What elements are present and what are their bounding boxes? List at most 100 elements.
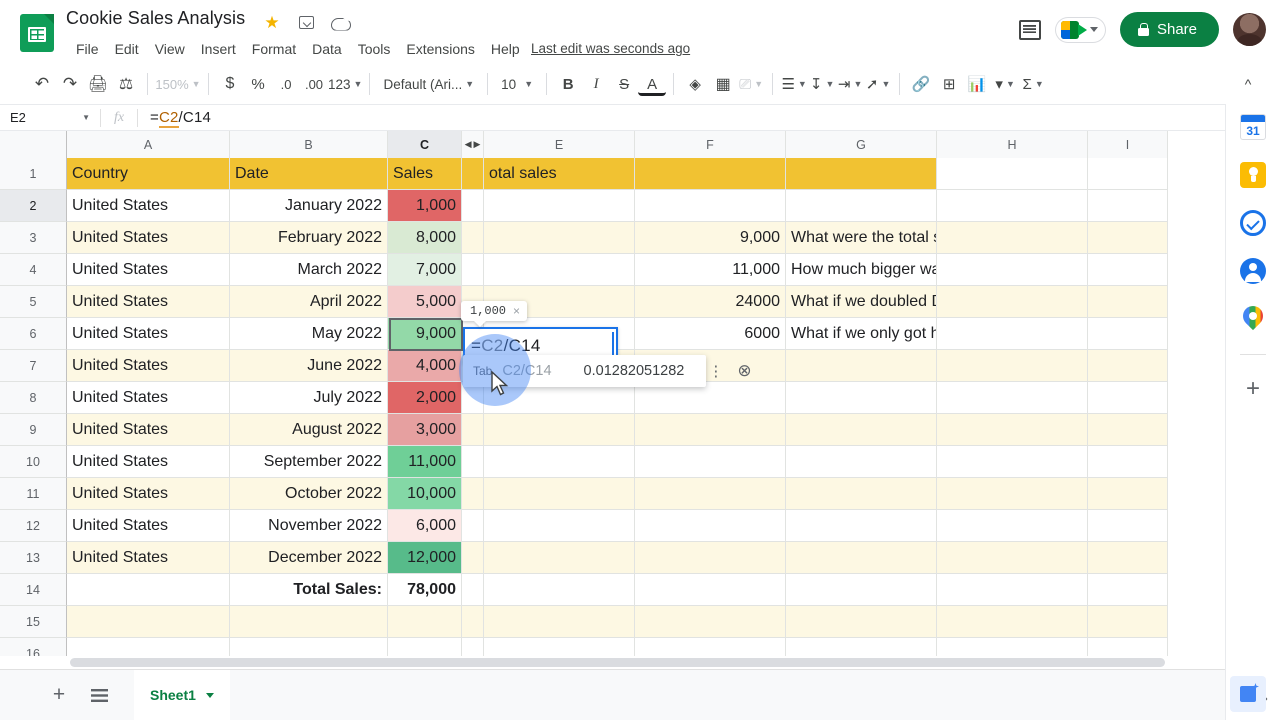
cell-b9[interactable]: August 2022 [230,414,388,446]
row-header-15[interactable]: 15 [0,606,67,638]
cell-b8[interactable]: July 2022 [230,382,388,414]
cell-c2[interactable]: 1,000 [388,190,462,222]
row-header-11[interactable]: 11 [0,478,67,510]
column-header-b[interactable]: B [230,131,388,158]
row-header-14[interactable]: 14 [0,574,67,606]
row-header-7[interactable]: 7 [0,350,67,382]
cell-e4[interactable] [484,254,635,286]
cell-b13[interactable]: December 2022 [230,542,388,574]
cell-g9[interactable] [786,414,937,446]
menu-edit[interactable]: Edit [107,38,147,60]
cell-e9[interactable] [484,414,635,446]
cell-g15[interactable] [786,606,937,638]
cell-a1[interactable]: Country [67,158,230,190]
cell-g3[interactable]: What were the total sales in Jan and Feb… [786,222,937,254]
drive-sync-cloud-icon[interactable] [330,12,350,32]
horizontal-align-icon[interactable]: ☰ ▼ [780,70,808,98]
functions-icon[interactable]: Σ ▼ [1019,70,1047,98]
expand-left-icon[interactable]: ◀ [464,139,473,150]
cell-e2[interactable] [484,190,635,222]
cell-h4[interactable] [937,254,1088,286]
hidden-column-indicator[interactable]: ◀ ▶ [462,131,484,158]
row-header-9[interactable]: 9 [0,414,67,446]
cell-h8[interactable] [937,382,1088,414]
font-size-selector[interactable]: 10 ▼ [495,70,539,98]
row-header-1[interactable]: 1 [0,158,67,190]
cell-h5[interactable] [937,286,1088,318]
cell-b1[interactable]: Date [230,158,388,190]
cell-a5[interactable]: United States [67,286,230,318]
explore-button[interactable] [1230,676,1266,712]
cell-i11[interactable] [1088,478,1168,510]
cell-a12[interactable]: United States [67,510,230,542]
cell-i9[interactable] [1088,414,1168,446]
cell-h11[interactable] [937,478,1088,510]
cell-b12[interactable]: November 2022 [230,510,388,542]
cell-f13[interactable] [635,542,786,574]
increase-decimal-button[interactable]: .00 [300,70,328,98]
cell-b11[interactable]: October 2022 [230,478,388,510]
cell-c13[interactable]: 12,000 [388,542,462,574]
menu-format[interactable]: Format [244,38,304,60]
menu-file[interactable]: File [68,38,107,60]
document-title[interactable]: Cookie Sales Analysis [66,8,245,29]
insert-comment-icon[interactable]: ⊞ [935,70,963,98]
cell-c1[interactable]: Sales [388,158,462,190]
borders-icon[interactable]: ▦ [709,70,737,98]
cell-g6[interactable]: What if we only got half of Dec sales? [786,318,937,350]
cell-g1[interactable] [786,158,937,190]
cell-g5[interactable]: What if we doubled Dec sales? [786,286,937,318]
cell-a6[interactable]: United States [67,318,230,350]
cell-h7[interactable] [937,350,1088,382]
menu-extensions[interactable]: Extensions [398,38,482,60]
column-header-i[interactable]: I [1088,131,1168,158]
cell-h10[interactable] [937,446,1088,478]
cell-a11[interactable]: United States [67,478,230,510]
cell-f1[interactable] [635,158,786,190]
cell-i10[interactable] [1088,446,1168,478]
strikethrough-button[interactable]: S [610,70,638,98]
zoom-selector[interactable]: 150% ▼ [155,70,201,98]
cell-c15[interactable] [388,606,462,638]
insert-chart-icon[interactable]: 📊 [963,70,991,98]
cell-i13[interactable] [1088,542,1168,574]
cell-e15[interactable] [484,606,635,638]
cell-a7[interactable]: United States [67,350,230,382]
cell-f6[interactable]: 6000 [635,318,786,350]
cell-f5[interactable]: 24000 [635,286,786,318]
cell-a4[interactable]: United States [67,254,230,286]
cell-a8[interactable]: United States [67,382,230,414]
cell-c5[interactable]: 5,000 [388,286,462,318]
cell-h14[interactable] [937,574,1088,606]
tasks-icon[interactable] [1240,210,1266,236]
filter-icon[interactable]: ▾ ▼ [991,70,1019,98]
column-header-e[interactable]: E [484,131,635,158]
cell-i1[interactable] [1088,158,1168,190]
cell-e1[interactable]: otal sales [484,158,635,190]
redo-icon[interactable]: ↷ [56,70,84,98]
meet-button[interactable] [1054,16,1106,43]
cell-c3[interactable]: 8,000 [388,222,462,254]
expand-right-icon[interactable]: ▶ [473,139,482,150]
menu-tools[interactable]: Tools [350,38,399,60]
more-formats-button[interactable]: 123 ▼ [328,70,362,98]
decrease-decimal-button[interactable]: .0 [272,70,300,98]
cell-f11[interactable] [635,478,786,510]
user-avatar[interactable] [1233,13,1266,46]
cell-f3[interactable]: 9,000 [635,222,786,254]
menu-insert[interactable]: Insert [193,38,244,60]
star-icon[interactable]: ★ [262,12,282,32]
last-edit-status[interactable]: Last edit was seconds ago [531,41,690,56]
cell-i2[interactable] [1088,190,1168,222]
cell-b4[interactable]: March 2022 [230,254,388,286]
row-header-8[interactable]: 8 [0,382,67,414]
cell-c10[interactable]: 11,000 [388,446,462,478]
cell-h6[interactable] [937,318,1088,350]
row-header-12[interactable]: 12 [0,510,67,542]
cell-g2[interactable] [786,190,937,222]
collapse-toolbar-icon[interactable]: ^ [1234,70,1262,98]
cell-h13[interactable] [937,542,1088,574]
cell-i15[interactable] [1088,606,1168,638]
formula-input[interactable]: =C2/C14 [138,109,211,128]
cell-a3[interactable]: United States [67,222,230,254]
